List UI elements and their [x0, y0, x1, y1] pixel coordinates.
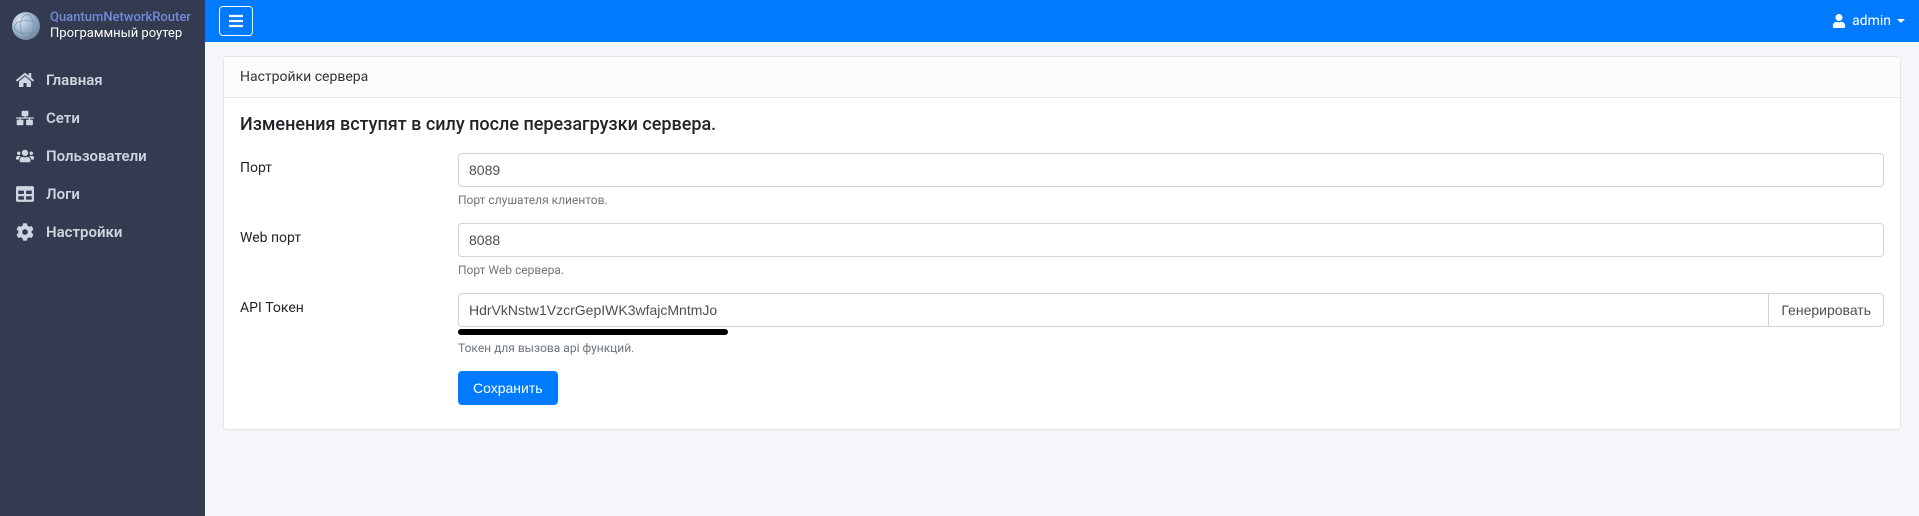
users-icon	[16, 147, 34, 165]
sidebar: QuantumNetworkRouter Программный роутер …	[0, 0, 205, 516]
user-icon	[1832, 14, 1846, 28]
card-header: Настройки сервера	[224, 57, 1900, 98]
brand-text: QuantumNetworkRouter Программный роутер	[50, 10, 191, 41]
sidebar-item-label: Главная	[46, 71, 103, 89]
web-port-label: Web порт	[240, 223, 458, 246]
generate-button[interactable]: Генерировать	[1768, 293, 1884, 327]
api-token-help: Токен для вызова api функций.	[458, 341, 1884, 355]
table-icon	[16, 185, 34, 203]
submit-row: Сохранить	[458, 371, 1884, 405]
form-row-web-port: Web порт Порт Web сервера.	[240, 223, 1884, 277]
settings-card: Настройки сервера Изменения вступят в си…	[223, 56, 1901, 430]
redaction-bar	[458, 329, 728, 335]
sidebar-item-home[interactable]: Главная	[0, 61, 205, 99]
port-label: Порт	[240, 153, 458, 176]
gear-icon	[16, 223, 34, 241]
web-port-help: Порт Web сервера.	[458, 263, 1884, 277]
port-input[interactable]	[458, 153, 1884, 187]
api-token-label: API Токен	[240, 293, 458, 316]
form-row-port: Порт Порт слушателя клиентов.	[240, 153, 1884, 207]
network-icon	[16, 109, 34, 127]
sidebar-item-label: Пользователи	[46, 147, 147, 165]
brand[interactable]: QuantumNetworkRouter Программный роутер	[0, 0, 205, 53]
brand-title: QuantumNetworkRouter	[50, 10, 191, 26]
sidebar-item-networks[interactable]: Сети	[0, 99, 205, 137]
topbar: admin	[205, 0, 1919, 42]
notice-text: Изменения вступят в силу после перезагру…	[240, 114, 1884, 135]
toggle-sidebar-button[interactable]	[219, 6, 253, 36]
user-menu[interactable]: admin	[1832, 13, 1905, 29]
web-port-input[interactable]	[458, 223, 1884, 257]
hamburger-icon	[228, 13, 244, 29]
caret-down-icon	[1897, 19, 1905, 23]
brand-subtitle: Программный роутер	[50, 26, 191, 42]
content: Настройки сервера Изменения вступят в си…	[205, 42, 1919, 444]
main: admin Настройки сервера Изменения вступя…	[205, 0, 1919, 516]
globe-icon	[12, 12, 40, 40]
sidebar-item-label: Логи	[46, 185, 80, 203]
sidebar-nav: Главная Сети Пользователи Логи Настройки	[0, 53, 205, 251]
save-button[interactable]: Сохранить	[458, 371, 558, 405]
sidebar-item-users[interactable]: Пользователи	[0, 137, 205, 175]
sidebar-item-label: Сети	[46, 109, 80, 127]
port-help: Порт слушателя клиентов.	[458, 193, 1884, 207]
sidebar-item-logs[interactable]: Логи	[0, 175, 205, 213]
home-icon	[16, 71, 34, 89]
sidebar-item-settings[interactable]: Настройки	[0, 213, 205, 251]
card-body: Изменения вступят в силу после перезагру…	[224, 98, 1900, 429]
user-name: admin	[1852, 13, 1891, 29]
sidebar-item-label: Настройки	[46, 223, 122, 241]
api-token-input[interactable]	[458, 293, 1768, 327]
form-row-api-token: API Токен Генерировать Токен для вызова …	[240, 293, 1884, 355]
